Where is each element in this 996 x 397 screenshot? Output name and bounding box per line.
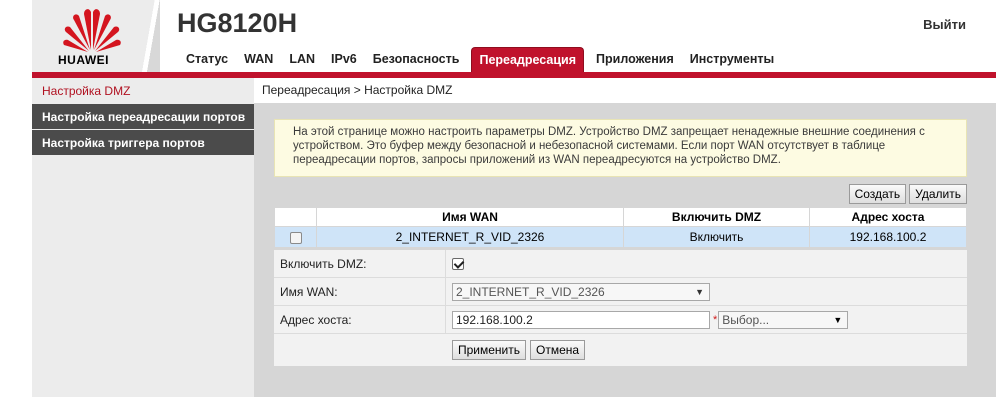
wan-name-label: Имя WAN: xyxy=(274,278,446,305)
tab-forwarding[interactable]: Переадресация xyxy=(471,47,585,72)
cancel-button[interactable]: Отмена xyxy=(530,340,586,360)
host-picker-select[interactable]: Выбор... ▼ xyxy=(718,310,849,329)
enable-dmz-column-header: Включить DMZ xyxy=(623,207,810,227)
table-row[interactable]: 2_INTERNET_R_VID_2326 Включить 192.168.1… xyxy=(274,226,967,248)
wan-name-select-value: 2_INTERNET_R_VID_2326 xyxy=(456,284,605,299)
host-picker-value: Выбор... xyxy=(722,312,770,327)
enable-dmz-row: Включить DMZ: xyxy=(274,250,967,278)
tab-status[interactable]: Статус xyxy=(178,47,236,72)
sidebar-item-dmz[interactable]: Настройка DMZ xyxy=(32,78,254,104)
required-mark: * xyxy=(713,313,718,326)
tab-ipv6[interactable]: IPv6 xyxy=(323,47,365,72)
logout-link[interactable]: Выйти xyxy=(923,17,966,32)
tab-wan[interactable]: WAN xyxy=(236,47,281,72)
header: HUAWEI HG8120H Выйти Статус WAN LAN IPv6… xyxy=(0,0,996,72)
select-column-header xyxy=(274,207,317,227)
host-address-column-header: Адрес хоста xyxy=(809,207,967,227)
main-nav: Статус WAN LAN IPv6 Безопасность Переадр… xyxy=(178,47,782,72)
tab-applications[interactable]: Приложения xyxy=(588,47,682,72)
tab-security[interactable]: Безопасность xyxy=(365,47,468,72)
tab-lan[interactable]: LAN xyxy=(281,47,323,72)
row-checkbox[interactable] xyxy=(289,231,302,244)
content-panel: На этой странице можно настроить парамет… xyxy=(254,103,996,397)
main-content: Переадресация > Настройка DMZ На этой ст… xyxy=(254,78,996,397)
chevron-down-icon: ▼ xyxy=(833,314,843,325)
enable-dmz-label: Включить DMZ: xyxy=(274,250,446,277)
enable-dmz-checkbox[interactable] xyxy=(452,257,464,270)
host-address-row: Адрес хоста: 192.168.100.2 * Выбор... ▼ xyxy=(274,306,967,334)
row-select-cell xyxy=(274,226,317,248)
apply-button[interactable]: Применить xyxy=(452,340,527,360)
header-stripe xyxy=(140,0,160,72)
wan-name-row: Имя WAN: 2_INTERNET_R_VID_2326 ▼ xyxy=(274,278,967,306)
brand-name: HUAWEI xyxy=(58,53,109,67)
row-enable: Включить xyxy=(623,226,810,248)
create-button[interactable]: Создать xyxy=(848,184,907,204)
row-host: 192.168.100.2 xyxy=(809,226,967,248)
table-header-row: Имя WAN Включить DMZ Адрес хоста xyxy=(274,207,967,227)
form-buttons: Применить Отмена xyxy=(274,334,967,366)
wan-name-column-header: Имя WAN xyxy=(316,207,624,227)
breadcrumb: Переадресация > Настройка DMZ xyxy=(254,78,996,103)
sidebar: Настройка DMZ Настройка переадресации по… xyxy=(32,78,254,397)
dmz-table: Имя WAN Включить DMZ Адрес хоста 2_INTER… xyxy=(274,207,967,248)
info-notice: На этой странице можно настроить парамет… xyxy=(274,119,967,177)
row-wan-name: 2_INTERNET_R_VID_2326 xyxy=(316,226,624,248)
sidebar-item-port-trigger[interactable]: Настройка триггера портов xyxy=(32,130,254,156)
dmz-form: Включить DMZ: Имя WAN: 2_INTERNET_R_VID_… xyxy=(274,250,967,366)
tab-tools[interactable]: Инструменты xyxy=(682,47,782,72)
wan-name-select[interactable]: 2_INTERNET_R_VID_2326 ▼ xyxy=(452,282,710,301)
sidebar-item-port-forwarding[interactable]: Настройка переадресации портов xyxy=(32,104,254,130)
host-address-input[interactable]: 192.168.100.2 xyxy=(452,310,710,329)
delete-button[interactable]: Удалить xyxy=(909,184,967,204)
device-model: HG8120H xyxy=(177,8,298,38)
huawei-logo-icon xyxy=(63,9,121,52)
chevron-down-icon: ▼ xyxy=(695,286,704,297)
table-actions: Создать Удалить xyxy=(848,184,967,204)
host-address-label: Адрес хоста: xyxy=(274,306,446,333)
